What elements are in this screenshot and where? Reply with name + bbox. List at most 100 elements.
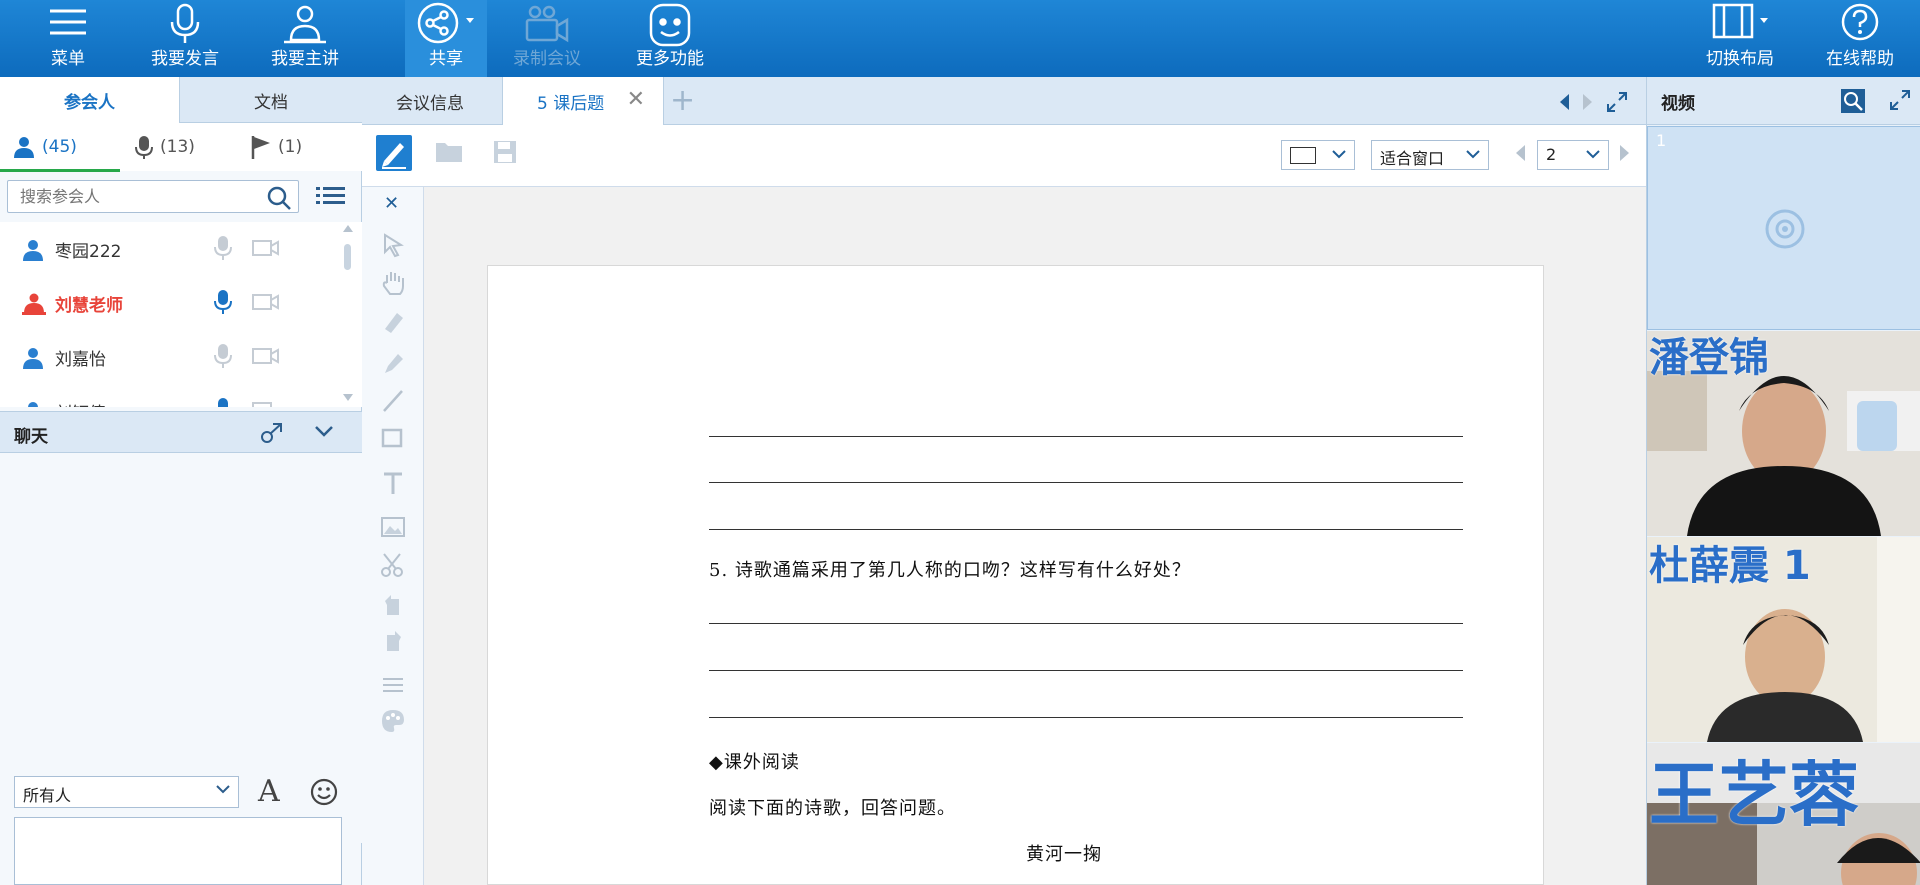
video-feed[interactable]: 潘登锦 (1647, 331, 1920, 536)
left-tabs: 参会人 文档 (0, 77, 362, 123)
tab-homework-doc-label: 5 课后题 (537, 93, 605, 114)
participant-avatar-icon (23, 348, 43, 369)
active-filter-indicator (0, 169, 120, 172)
tab-prev-arrow-icon[interactable] (1558, 93, 1570, 111)
camera-off-icon[interactable] (252, 239, 280, 257)
zoom-fit-select[interactable]: 适合窗口 (1371, 140, 1489, 170)
tab-meeting-info[interactable]: 会议信息 (362, 77, 502, 125)
menu-icon (50, 9, 86, 35)
undo-icon[interactable] (379, 591, 407, 619)
list-view-icon[interactable] (316, 183, 346, 209)
microphone-off-icon[interactable] (214, 343, 232, 369)
emoji-icon[interactable] (310, 778, 338, 806)
highlighter-icon[interactable] (379, 349, 407, 377)
hand-pan-icon[interactable] (379, 269, 407, 297)
annotate-button[interactable] (376, 135, 412, 171)
font-style-button[interactable]: A (258, 774, 280, 809)
close-tools-icon[interactable]: ✕ (384, 193, 399, 214)
add-tab-icon[interactable]: + (670, 83, 695, 118)
zoom-fit-value: 适合窗口 (1380, 149, 1445, 168)
page-next-arrow-icon[interactable] (1619, 144, 1631, 162)
search-icon[interactable] (266, 185, 292, 211)
participant-list-scroll-thumb[interactable] (344, 244, 351, 270)
speaker-count: (13) (160, 137, 195, 157)
line-tool-icon[interactable] (379, 387, 407, 415)
participant-row[interactable]: 刘钰倩 (0, 384, 340, 407)
rectangle-tool-icon[interactable] (379, 425, 407, 453)
tab-attendees[interactable]: 参会人 (0, 77, 180, 123)
video-slot-number: 1 (1656, 131, 1667, 150)
open-folder-icon[interactable] (434, 139, 464, 165)
video-feed[interactable]: 杜薛震 1 (1647, 537, 1920, 742)
host-button[interactable]: 我要主讲 (260, 0, 350, 77)
text-tool-icon[interactable] (379, 469, 407, 497)
document-tabs: 会议信息 5 课后题 ✕ + (362, 77, 1646, 125)
speak-label: 我要发言 (151, 49, 219, 69)
close-tab-icon[interactable]: ✕ (627, 87, 645, 112)
answer-line (709, 623, 1463, 624)
pointer-arrow-icon[interactable] (379, 231, 407, 259)
video-feed[interactable]: 王艺蓉 (1647, 743, 1920, 885)
color-palette-icon[interactable] (379, 707, 407, 735)
chat-recipient-select[interactable]: 所有人 (14, 776, 239, 808)
share-icon (417, 2, 474, 44)
chevron-down-icon (1332, 150, 1346, 159)
robot-face-icon (649, 3, 691, 47)
page-number-select[interactable]: 2 (1537, 140, 1609, 170)
poem-title: 黄河一掬 (1026, 844, 1102, 865)
chevron-down-icon[interactable] (314, 425, 334, 439)
participant-row[interactable]: 刘嘉怡 (0, 330, 340, 384)
scroll-down-arrow-icon[interactable] (343, 394, 353, 402)
image-tool-icon[interactable] (379, 513, 407, 541)
teacher-avatar-icon (22, 293, 46, 315)
camera-off-icon[interactable] (252, 293, 280, 311)
share-button[interactable]: 共享 (405, 0, 487, 77)
maximize-icon[interactable] (1889, 89, 1911, 111)
popout-icon[interactable] (260, 422, 284, 444)
scroll-up-arrow-icon[interactable] (343, 224, 353, 232)
switch-layout-button[interactable]: 切换布局 (1695, 0, 1785, 77)
microphone-off-icon[interactable] (214, 235, 232, 261)
border-style-select[interactable] (1281, 140, 1355, 170)
center-panel: 会议信息 5 课后题 ✕ + 适合窗口 2 ✕ 5. 诗歌通篇采用了第几人称的口… (362, 77, 1708, 885)
redo-icon[interactable] (379, 627, 407, 655)
search-input[interactable] (8, 181, 248, 212)
video-panel-header: 视频 (1647, 77, 1920, 125)
page-prev-arrow-icon[interactable] (1514, 144, 1526, 162)
microphone-on-icon[interactable] (214, 397, 232, 407)
speak-button[interactable]: 我要发言 (140, 0, 230, 77)
tab-next-arrow-icon[interactable] (1582, 93, 1594, 111)
microphone-on-icon[interactable] (214, 289, 232, 315)
camera-off-icon[interactable] (252, 347, 280, 365)
chevron-down-icon (1466, 150, 1480, 159)
filter-all-attendees[interactable]: (45) (12, 123, 77, 171)
presenter-icon (284, 5, 326, 44)
help-icon (1841, 3, 1879, 41)
participant-list-scrollbar[interactable] (340, 222, 354, 407)
participant-name: 枣园222 (55, 242, 122, 262)
participant-row[interactable]: 刘慧老师 (0, 276, 340, 330)
participant-list: 枣园222 刘慧老师 刘嘉怡 刘钰倩 (0, 222, 362, 407)
eraser-icon[interactable] (379, 307, 407, 335)
filter-raised-hands[interactable]: (1) (250, 123, 302, 171)
menu-button[interactable]: 菜单 (28, 0, 108, 77)
maximize-icon[interactable] (1606, 91, 1628, 113)
record-button[interactable]: 录制会议 (505, 0, 589, 77)
line-width-icon[interactable] (379, 671, 407, 699)
document-viewer: 5. 诗歌通篇采用了第几人称的口吻？这样写有什么好处？ ◆课外阅读 阅读下面的诗… (424, 187, 1708, 885)
section-heading: ◆课外阅读 (709, 752, 800, 773)
tab-documents[interactable]: 文档 (180, 77, 362, 123)
camera-off-icon[interactable] (252, 401, 280, 407)
save-icon[interactable] (492, 139, 518, 165)
tab-homework-doc[interactable]: 5 课后题 ✕ (502, 77, 664, 125)
participant-filter-tabs: (45) (13) (1) (0, 123, 362, 171)
video-settings-icon[interactable] (1839, 87, 1867, 115)
more-features-button[interactable]: 更多功能 (625, 0, 715, 77)
participant-row[interactable]: 枣园222 (0, 222, 340, 276)
filter-speakers[interactable]: (13) (134, 123, 195, 171)
help-button[interactable]: 在线帮助 (1815, 0, 1905, 77)
tab-documents-label: 文档 (254, 92, 288, 113)
empty-video-slot[interactable]: 1 (1647, 126, 1920, 330)
scissors-icon[interactable] (379, 551, 407, 579)
chat-input[interactable] (14, 817, 342, 885)
